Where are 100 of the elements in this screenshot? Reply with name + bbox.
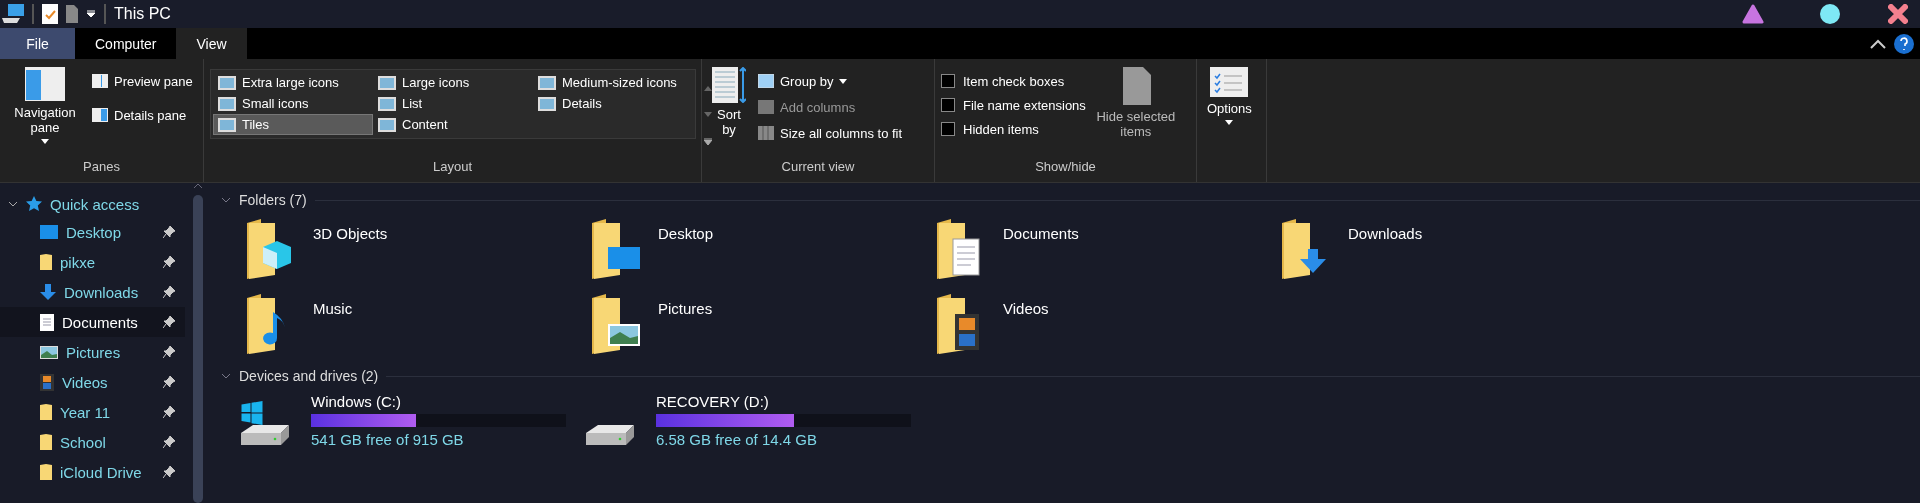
- sidebar-item[interactable]: Documents: [0, 307, 185, 337]
- add-columns-button[interactable]: Add columns: [756, 95, 905, 119]
- picture-icon: [40, 345, 58, 359]
- view-icon: [378, 75, 396, 90]
- pin-icon[interactable]: [163, 256, 175, 268]
- pin-icon[interactable]: [163, 466, 175, 478]
- caret-icon: [1225, 120, 1234, 125]
- folder-icon: [40, 464, 52, 480]
- layout-option[interactable]: Details: [533, 93, 693, 114]
- scroll-up-icon[interactable]: [704, 85, 712, 91]
- sidebar-item[interactable]: iCloud Drive: [0, 457, 185, 487]
- sidebar-item[interactable]: Videos: [0, 367, 185, 397]
- ribbon-tab[interactable]: File: [0, 28, 75, 59]
- more-icon[interactable]: [704, 137, 712, 145]
- columns-icon: [758, 126, 774, 140]
- scrollbar-thumb[interactable]: [193, 195, 203, 503]
- group-label: Panes: [83, 159, 120, 176]
- view-icon: [218, 96, 236, 111]
- columns-icon: [758, 100, 774, 114]
- sort-by-button[interactable]: Sort by: [708, 65, 750, 159]
- windows-logo-icon: [241, 400, 263, 425]
- close-icon[interactable]: [1888, 4, 1908, 24]
- sidebar-item[interactable]: School: [0, 427, 185, 457]
- layout-option[interactable]: Small icons: [213, 93, 373, 114]
- sidebar-item[interactable]: Desktop: [0, 217, 185, 247]
- size-columns-button[interactable]: Size all columns to fit: [756, 121, 905, 145]
- page-icon: [1120, 67, 1151, 105]
- chevron-icon[interactable]: [8, 201, 18, 207]
- star-icon: [26, 196, 42, 212]
- folder-name[interactable]: 3D Objects: [313, 217, 388, 242]
- folder-name[interactable]: Music: [313, 292, 353, 317]
- sidebar-item[interactable]: Pictures: [0, 337, 185, 367]
- checkbox[interactable]: [941, 122, 955, 136]
- pin-icon[interactable]: [163, 436, 175, 448]
- sidebar-item[interactable]: pikxe: [0, 247, 185, 277]
- layout-option[interactable]: List: [373, 93, 533, 114]
- folder-name[interactable]: Videos: [1003, 292, 1049, 317]
- chevron-icon[interactable]: [221, 197, 231, 203]
- drive-icon: [241, 424, 289, 445]
- scroll-up-icon[interactable]: [193, 183, 203, 189]
- pin-icon[interactable]: [163, 226, 175, 238]
- pane-icon: [92, 74, 108, 88]
- folder-name[interactable]: Pictures: [658, 292, 713, 317]
- pin-icon[interactable]: [163, 406, 175, 418]
- layout-option[interactable]: Extra large icons: [213, 72, 373, 93]
- pin-icon[interactable]: [163, 316, 175, 328]
- navigation-pane-button[interactable]: Navigation pane: [6, 65, 84, 159]
- group-label: Current view: [781, 159, 855, 176]
- preview-pane-button[interactable]: Preview pane: [90, 69, 195, 93]
- ribbon-tab[interactable]: View: [176, 28, 247, 59]
- folder-name[interactable]: Downloads: [1348, 217, 1423, 242]
- checkbox-label[interactable]: Item check boxes: [941, 69, 1086, 93]
- pin-icon[interactable]: [163, 286, 175, 298]
- minimize-icon[interactable]: [1742, 4, 1764, 24]
- scroll-down-icon[interactable]: [704, 111, 712, 117]
- view-icon: [218, 75, 236, 90]
- checkbox-label[interactable]: Hidden items: [941, 117, 1086, 141]
- pin-icon[interactable]: [163, 346, 175, 358]
- layout-option[interactable]: Tiles: [213, 114, 373, 135]
- drive-name[interactable]: Windows (C:): [311, 393, 566, 410]
- view-icon: [378, 117, 396, 132]
- caret-icon: [41, 139, 49, 144]
- drive-name[interactable]: RECOVERY (D:): [656, 393, 911, 410]
- view-icon: [218, 117, 236, 132]
- layout-option[interactable]: Large icons: [373, 72, 533, 93]
- group-icon: [758, 74, 774, 88]
- computer-icon: [2, 4, 24, 24]
- details-pane-button[interactable]: Details pane: [90, 103, 195, 127]
- ribbon-tab[interactable]: Computer: [75, 28, 177, 59]
- quick-access-item[interactable]: Quick access: [50, 195, 140, 213]
- pane-layout-icon: [25, 67, 65, 101]
- hide-selected-button[interactable]: Hide selected items: [1091, 65, 1180, 159]
- folder-name[interactable]: Documents: [1003, 217, 1079, 242]
- chevron-icon[interactable]: [221, 373, 231, 379]
- properties-icon[interactable]: [42, 4, 58, 24]
- group-label: Layout: [432, 159, 472, 176]
- sidebar-item[interactable]: Downloads: [0, 277, 185, 307]
- layout-option[interactable]: Content: [373, 114, 533, 135]
- sort-list-icon: [712, 67, 746, 103]
- folder-icon[interactable]: [66, 5, 78, 23]
- caret-icon: [839, 78, 848, 84]
- folder-name[interactable]: Desktop: [658, 217, 714, 242]
- maximize-icon[interactable]: [1820, 4, 1840, 24]
- checkbox[interactable]: [941, 74, 955, 88]
- folder-icon: [40, 254, 52, 270]
- download-arrow-icon: [40, 284, 56, 300]
- sidebar-item[interactable]: Year 11: [0, 397, 185, 427]
- checkbox-label[interactable]: File name extensions: [941, 93, 1086, 117]
- group-by-button[interactable]: Group by: [756, 69, 905, 93]
- help-icon[interactable]: [1894, 34, 1914, 54]
- group-heading: Devices and drives (2): [239, 368, 379, 384]
- pin-icon[interactable]: [163, 376, 175, 388]
- collapse-ribbon-icon[interactable]: [1870, 39, 1886, 49]
- group-label: Show/hide: [1035, 159, 1096, 176]
- document-icon: [40, 313, 54, 331]
- layout-option[interactable]: Medium-sized icons: [533, 72, 693, 93]
- options-button[interactable]: Options: [1203, 65, 1256, 182]
- free-space: 541 GB free of 915 GB: [311, 431, 465, 448]
- checkbox[interactable]: [941, 98, 955, 112]
- dropdown-icon[interactable]: [86, 10, 96, 18]
